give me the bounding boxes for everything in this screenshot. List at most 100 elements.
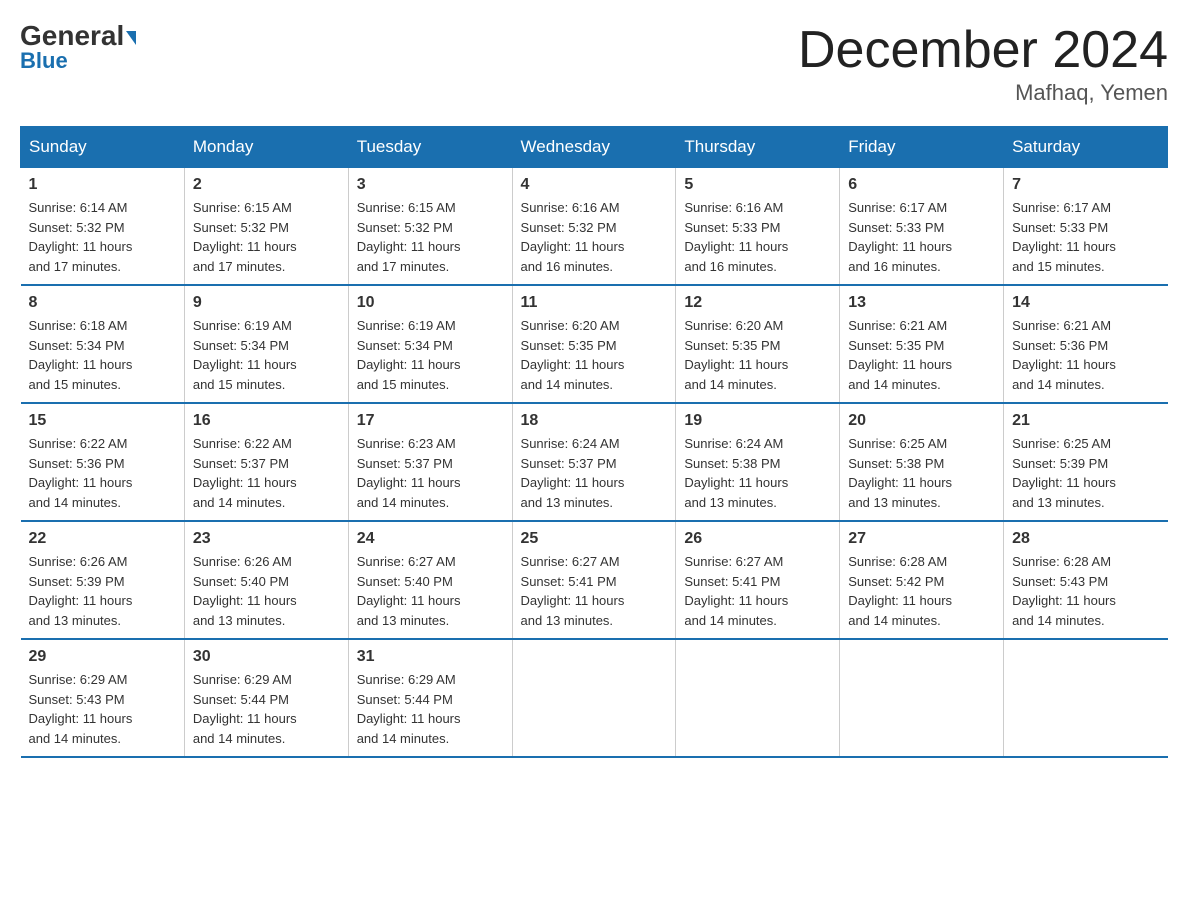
week-row-2: 8 Sunrise: 6:18 AM Sunset: 5:34 PM Daylig… — [21, 285, 1168, 403]
day-cell: 18 Sunrise: 6:24 AM Sunset: 5:37 PM Dayli… — [512, 403, 676, 521]
day-cell: 15Sunrise: 6:22 AM Sunset: 5:36 PM Dayli… — [21, 403, 185, 521]
day-cell: 23 Sunrise: 6:26 AM Sunset: 5:40 PM Dayli… — [184, 521, 348, 639]
day-info: Sunrise: 6:16 AM Sunset: 5:32 PM Dayligh… — [521, 198, 668, 276]
day-number: 18 — [521, 412, 668, 430]
day-info: Sunrise: 6:24 AM Sunset: 5:37 PM Dayligh… — [521, 434, 668, 512]
day-info: Sunrise: 6:25 AM Sunset: 5:39 PM Dayligh… — [1012, 434, 1159, 512]
day-cell: 21Sunrise: 6:25 AM Sunset: 5:39 PM Dayli… — [1004, 403, 1168, 521]
day-cell: 25Sunrise: 6:27 AM Sunset: 5:41 PM Dayli… — [512, 521, 676, 639]
day-cell: 19 Sunrise: 6:24 AM Sunset: 5:38 PM Dayli… — [676, 403, 840, 521]
logo: General Blue — [20, 20, 136, 74]
day-info: Sunrise: 6:21 AM Sunset: 5:36 PM Dayligh… — [1012, 316, 1159, 394]
day-info: Sunrise: 6:28 AM Sunset: 5:43 PM Dayligh… — [1012, 552, 1159, 630]
header-saturday: Saturday — [1004, 127, 1168, 168]
day-number: 31 — [357, 648, 504, 666]
day-cell: 13 Sunrise: 6:21 AM Sunset: 5:35 PM Dayli… — [840, 285, 1004, 403]
day-cell: 7Sunrise: 6:17 AM Sunset: 5:33 PM Daylig… — [1004, 168, 1168, 286]
header-wednesday: Wednesday — [512, 127, 676, 168]
day-info: Sunrise: 6:20 AM Sunset: 5:35 PM Dayligh… — [684, 316, 831, 394]
location-title: Mafhaq, Yemen — [798, 80, 1168, 106]
day-number: 9 — [193, 294, 340, 312]
day-info: Sunrise: 6:19 AM Sunset: 5:34 PM Dayligh… — [193, 316, 340, 394]
day-number: 25 — [521, 530, 668, 548]
day-info: Sunrise: 6:22 AM Sunset: 5:37 PM Dayligh… — [193, 434, 340, 512]
day-info: Sunrise: 6:19 AM Sunset: 5:34 PM Dayligh… — [357, 316, 504, 394]
day-cell: 26 Sunrise: 6:27 AM Sunset: 5:41 PM Dayli… — [676, 521, 840, 639]
day-number: 28 — [1012, 530, 1159, 548]
day-info: Sunrise: 6:29 AM Sunset: 5:43 PM Dayligh… — [29, 670, 176, 748]
day-number: 11 — [521, 294, 668, 312]
day-cell: 22 Sunrise: 6:26 AM Sunset: 5:39 PM Dayli… — [21, 521, 185, 639]
week-row-1: 1Sunrise: 6:14 AM Sunset: 5:32 PM Daylig… — [21, 168, 1168, 286]
week-row-4: 22 Sunrise: 6:26 AM Sunset: 5:39 PM Dayli… — [21, 521, 1168, 639]
day-cell: 28 Sunrise: 6:28 AM Sunset: 5:43 PM Dayli… — [1004, 521, 1168, 639]
day-cell — [1004, 639, 1168, 757]
day-info: Sunrise: 6:26 AM Sunset: 5:40 PM Dayligh… — [193, 552, 340, 630]
day-cell: 31Sunrise: 6:29 AM Sunset: 5:44 PM Dayli… — [348, 639, 512, 757]
day-cell: 6Sunrise: 6:17 AM Sunset: 5:33 PM Daylig… — [840, 168, 1004, 286]
day-cell: 2 Sunrise: 6:15 AM Sunset: 5:32 PM Daylig… — [184, 168, 348, 286]
title-area: December 2024 Mafhaq, Yemen — [798, 20, 1168, 106]
day-number: 13 — [848, 294, 995, 312]
day-number: 8 — [29, 294, 176, 312]
day-number: 17 — [357, 412, 504, 430]
day-cell: 4 Sunrise: 6:16 AM Sunset: 5:32 PM Daylig… — [512, 168, 676, 286]
day-number: 5 — [684, 176, 831, 194]
day-cell: 20 Sunrise: 6:25 AM Sunset: 5:38 PM Dayli… — [840, 403, 1004, 521]
day-number: 29 — [29, 648, 176, 666]
day-info: Sunrise: 6:14 AM Sunset: 5:32 PM Dayligh… — [29, 198, 176, 276]
day-info: Sunrise: 6:18 AM Sunset: 5:34 PM Dayligh… — [29, 316, 176, 394]
day-cell: 30Sunrise: 6:29 AM Sunset: 5:44 PM Dayli… — [184, 639, 348, 757]
day-cell: 27 Sunrise: 6:28 AM Sunset: 5:42 PM Dayli… — [840, 521, 1004, 639]
day-info: Sunrise: 6:15 AM Sunset: 5:32 PM Dayligh… — [357, 198, 504, 276]
page-header: General Blue December 2024 Mafhaq, Yemen — [20, 20, 1168, 106]
day-cell: 3 Sunrise: 6:15 AM Sunset: 5:32 PM Daylig… — [348, 168, 512, 286]
day-cell: 1Sunrise: 6:14 AM Sunset: 5:32 PM Daylig… — [21, 168, 185, 286]
header-friday: Friday — [840, 127, 1004, 168]
day-number: 3 — [357, 176, 504, 194]
day-info: Sunrise: 6:27 AM Sunset: 5:40 PM Dayligh… — [357, 552, 504, 630]
day-info: Sunrise: 6:27 AM Sunset: 5:41 PM Dayligh… — [684, 552, 831, 630]
day-info: Sunrise: 6:24 AM Sunset: 5:38 PM Dayligh… — [684, 434, 831, 512]
day-cell: 9 Sunrise: 6:19 AM Sunset: 5:34 PM Daylig… — [184, 285, 348, 403]
day-info: Sunrise: 6:28 AM Sunset: 5:42 PM Dayligh… — [848, 552, 995, 630]
day-number: 4 — [521, 176, 668, 194]
day-cell — [512, 639, 676, 757]
day-info: Sunrise: 6:17 AM Sunset: 5:33 PM Dayligh… — [848, 198, 995, 276]
header-tuesday: Tuesday — [348, 127, 512, 168]
day-number: 24 — [357, 530, 504, 548]
day-info: Sunrise: 6:26 AM Sunset: 5:39 PM Dayligh… — [29, 552, 176, 630]
day-info: Sunrise: 6:29 AM Sunset: 5:44 PM Dayligh… — [193, 670, 340, 748]
day-info: Sunrise: 6:17 AM Sunset: 5:33 PM Dayligh… — [1012, 198, 1159, 276]
week-row-3: 15Sunrise: 6:22 AM Sunset: 5:36 PM Dayli… — [21, 403, 1168, 521]
logo-general: General — [20, 20, 124, 51]
day-info: Sunrise: 6:25 AM Sunset: 5:38 PM Dayligh… — [848, 434, 995, 512]
day-number: 23 — [193, 530, 340, 548]
day-cell — [676, 639, 840, 757]
day-info: Sunrise: 6:21 AM Sunset: 5:35 PM Dayligh… — [848, 316, 995, 394]
week-row-5: 29 Sunrise: 6:29 AM Sunset: 5:43 PM Dayli… — [21, 639, 1168, 757]
day-cell: 11 Sunrise: 6:20 AM Sunset: 5:35 PM Dayli… — [512, 285, 676, 403]
day-cell — [840, 639, 1004, 757]
day-number: 19 — [684, 412, 831, 430]
day-cell: 8 Sunrise: 6:18 AM Sunset: 5:34 PM Daylig… — [21, 285, 185, 403]
day-number: 27 — [848, 530, 995, 548]
day-cell: 16Sunrise: 6:22 AM Sunset: 5:37 PM Dayli… — [184, 403, 348, 521]
day-info: Sunrise: 6:16 AM Sunset: 5:33 PM Dayligh… — [684, 198, 831, 276]
header-sunday: Sunday — [21, 127, 185, 168]
day-info: Sunrise: 6:20 AM Sunset: 5:35 PM Dayligh… — [521, 316, 668, 394]
day-number: 12 — [684, 294, 831, 312]
day-number: 22 — [29, 530, 176, 548]
calendar-header-row: SundayMondayTuesdayWednesdayThursdayFrid… — [21, 127, 1168, 168]
header-thursday: Thursday — [676, 127, 840, 168]
day-number: 26 — [684, 530, 831, 548]
day-info: Sunrise: 6:15 AM Sunset: 5:32 PM Dayligh… — [193, 198, 340, 276]
day-cell: 14Sunrise: 6:21 AM Sunset: 5:36 PM Dayli… — [1004, 285, 1168, 403]
calendar-table: SundayMondayTuesdayWednesdayThursdayFrid… — [20, 126, 1168, 758]
day-number: 20 — [848, 412, 995, 430]
day-cell: 29 Sunrise: 6:29 AM Sunset: 5:43 PM Dayli… — [21, 639, 185, 757]
day-number: 2 — [193, 176, 340, 194]
day-cell: 12 Sunrise: 6:20 AM Sunset: 5:35 PM Dayli… — [676, 285, 840, 403]
day-cell: 24 Sunrise: 6:27 AM Sunset: 5:40 PM Dayli… — [348, 521, 512, 639]
logo-triangle-icon — [126, 31, 136, 45]
